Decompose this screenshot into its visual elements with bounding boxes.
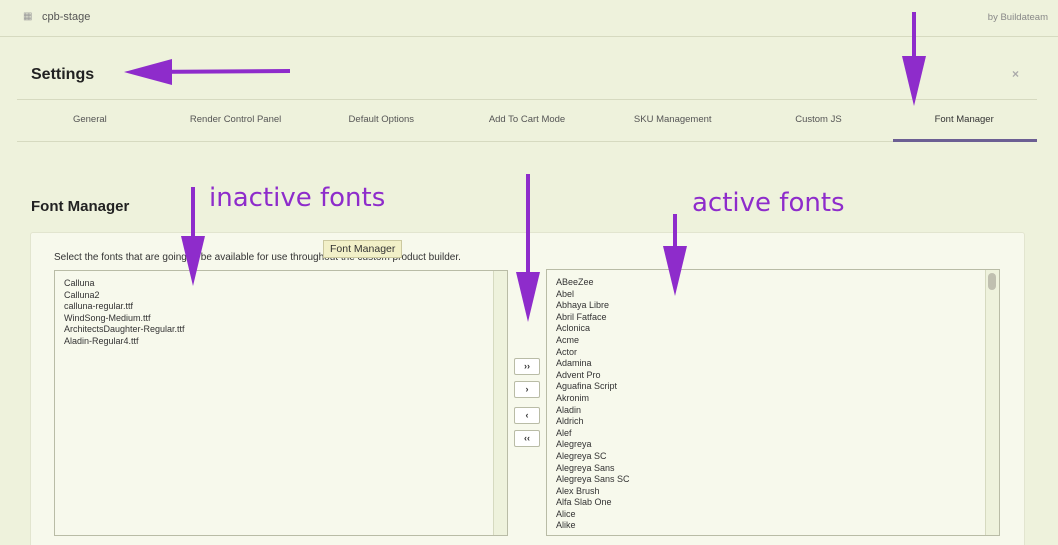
annotation-arrows [124,12,926,322]
